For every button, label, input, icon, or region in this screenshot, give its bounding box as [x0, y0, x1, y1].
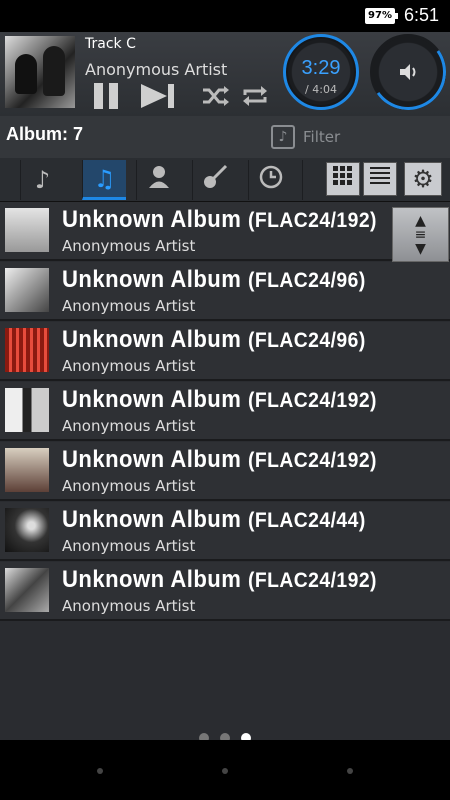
album-thumbnail: [5, 328, 49, 372]
volume-dial[interactable]: [363, 27, 450, 117]
guitar-icon: [202, 164, 228, 196]
album-title: Unknown Album (FLAC24/192): [62, 206, 377, 233]
album-title: Unknown Album (FLAC24/192): [62, 566, 377, 593]
list-icon: [369, 165, 391, 193]
tab-albums[interactable]: ♫: [82, 160, 126, 200]
tab-genres[interactable]: [192, 160, 236, 200]
list-view-button[interactable]: [363, 162, 397, 196]
album-title: Unknown Album (FLAC24/44): [62, 506, 366, 533]
album-title: Unknown Album (FLAC24/96): [62, 326, 366, 353]
navigation-bar: [0, 740, 450, 800]
list-item[interactable]: Unknown Album (FLAC24/192) Anonymous Art…: [0, 442, 450, 501]
status-bar: 97% 6:51: [0, 0, 450, 32]
gear-icon: ⚙: [412, 165, 434, 193]
elapsed-time: 3:29: [301, 57, 341, 79]
person-icon: [148, 165, 170, 195]
filter-icon[interactable]: ♪: [271, 125, 295, 149]
album-cover[interactable]: [5, 36, 75, 108]
repeat-button[interactable]: [237, 81, 273, 111]
tab-songs[interactable]: ♪: [20, 160, 64, 200]
music-note-icon: ♪: [34, 166, 51, 194]
album-title: Unknown Album (FLAC24/96): [62, 266, 366, 293]
grid-icon: [332, 165, 354, 193]
album-thumbnail: [5, 208, 49, 252]
album-artist: Anonymous Artist: [62, 537, 196, 555]
album-artist: Anonymous Artist: [62, 357, 196, 375]
recents-button[interactable]: [347, 768, 353, 774]
tab-divider: [302, 160, 322, 200]
track-title: Track C: [85, 36, 136, 52]
album-title: Unknown Album (FLAC24/192): [62, 446, 377, 473]
album-list[interactable]: Unknown Album (FLAC24/192) Anonymous Art…: [0, 202, 450, 740]
list-item[interactable]: Unknown Album (FLAC24/192) Anonymous Art…: [0, 382, 450, 441]
speaker-icon: [398, 61, 420, 83]
album-artist: Anonymous Artist: [62, 237, 196, 255]
list-item[interactable]: Unknown Album (FLAC24/192) Anonymous Art…: [0, 202, 450, 261]
battery-icon: 97%: [365, 8, 398, 24]
list-item[interactable]: Unknown Album (FLAC24/96) Anonymous Arti…: [0, 262, 450, 321]
category-tabs: ♪ ♫ ⚙: [0, 158, 450, 202]
album-thumbnail: [5, 448, 49, 492]
album-thumbnail: [5, 568, 49, 612]
track-artist: Anonymous Artist: [85, 60, 228, 79]
status-clock: 6:51: [404, 5, 440, 25]
home-button[interactable]: [222, 768, 228, 774]
scroll-handle[interactable]: ▲ ≡ ▼: [392, 207, 449, 262]
album-thumbnail: [5, 508, 49, 552]
tab-artists[interactable]: [136, 160, 180, 200]
grid-view-button[interactable]: [326, 162, 360, 196]
back-button[interactable]: [97, 768, 103, 774]
clock-icon: [258, 164, 284, 196]
shuffle-button[interactable]: [197, 81, 233, 111]
list-item[interactable]: Unknown Album (FLAC24/192) Anonymous Art…: [0, 562, 450, 621]
album-icon: ♫: [93, 164, 116, 193]
list-item[interactable]: Unknown Album (FLAC24/44) Anonymous Arti…: [0, 502, 450, 561]
next-button[interactable]: [138, 81, 178, 111]
album-thumbnail: [5, 268, 49, 312]
album-title: Unknown Album (FLAC24/192): [62, 386, 377, 413]
filter-input[interactable]: Filter: [303, 128, 340, 146]
pause-button[interactable]: [88, 81, 124, 111]
album-artist: Anonymous Artist: [62, 477, 196, 495]
album-artist: Anonymous Artist: [62, 297, 196, 315]
total-time: / 4:04: [305, 83, 337, 96]
seek-dial[interactable]: 3:29 / 4:04: [283, 34, 359, 110]
album-artist: Anonymous Artist: [62, 417, 196, 435]
tab-recent[interactable]: [248, 160, 292, 200]
list-item[interactable]: Unknown Album (FLAC24/96) Anonymous Arti…: [0, 322, 450, 381]
album-count: Album: 7: [6, 124, 84, 144]
library-header: Album: 7 ♪ Filter: [0, 116, 450, 158]
settings-button[interactable]: ⚙: [404, 162, 442, 196]
album-thumbnail: [5, 388, 49, 432]
album-artist: Anonymous Artist: [62, 597, 196, 615]
